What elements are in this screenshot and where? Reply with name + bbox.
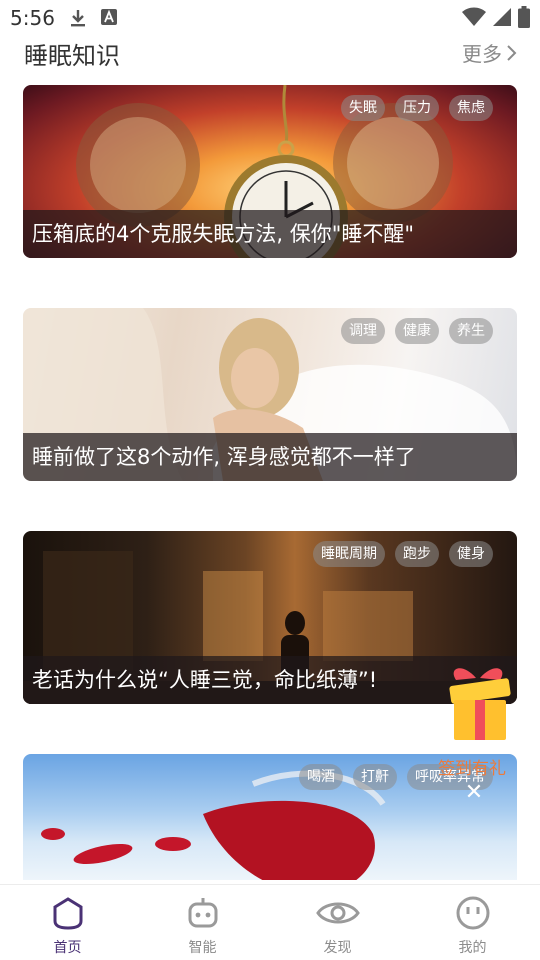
tab-discover[interactable]: 发现 <box>270 885 405 960</box>
tag[interactable]: 养生 <box>449 318 493 344</box>
more-label: 更多 <box>462 42 502 66</box>
tag[interactable]: 跑步 <box>395 541 439 567</box>
tab-label: 智能 <box>188 940 217 956</box>
tag[interactable]: 喝酒 <box>299 764 343 790</box>
tab-label: 我的 <box>458 940 487 956</box>
tag[interactable]: 压力 <box>395 95 439 121</box>
gift-icon <box>449 668 511 740</box>
article-card[interactable]: 失眠 压力 焦虑 压箱底的4个克服失眠方法, 保你"睡不醒" <box>23 85 517 258</box>
robot-icon <box>188 898 217 928</box>
close-icon[interactable]: ✕ <box>462 781 486 805</box>
signal-icon <box>493 8 511 26</box>
more-link[interactable]: 更多 <box>462 38 518 67</box>
bottom-tab-bar: 首页 智能 发现 我的 <box>0 884 540 960</box>
tab-smart[interactable]: 智能 <box>135 885 270 960</box>
tab-profile[interactable]: 我的 <box>405 885 540 960</box>
tag-list: 睡眠周期 跑步 健身 <box>313 541 493 567</box>
tab-label: 发现 <box>323 940 352 956</box>
status-left-icons <box>68 8 118 28</box>
status-time: 5:56 <box>10 6 55 30</box>
article-card[interactable]: 调理 健康 养生 睡前做了这8个动作, 浑身感觉都不一样了 <box>23 308 517 481</box>
tag-list: 调理 健康 养生 <box>341 318 493 344</box>
check-in-promo[interactable]: 签到有礼 <box>438 660 516 780</box>
text-a-icon <box>101 9 117 25</box>
battery-icon <box>518 6 530 28</box>
section-title: 睡眠知识 <box>24 42 120 70</box>
section-header: 睡眠知识 更多 <box>24 36 518 72</box>
status-right-icons <box>462 6 530 28</box>
tag[interactable]: 健康 <box>395 318 439 344</box>
eye-icon <box>315 902 360 924</box>
tag[interactable]: 焦虑 <box>449 95 493 121</box>
tag-list: 失眠 压力 焦虑 <box>341 95 493 121</box>
article-title: 睡前做了这8个动作, 浑身感觉都不一样了 <box>23 433 517 481</box>
tag[interactable]: 打鼾 <box>353 764 397 790</box>
tab-label: 首页 <box>53 940 82 956</box>
chevron-right-icon <box>507 44 517 61</box>
tag[interactable]: 睡眠周期 <box>313 541 385 567</box>
tag[interactable]: 调理 <box>341 318 385 344</box>
face-icon <box>456 896 489 930</box>
wifi-icon <box>462 7 486 26</box>
tag[interactable]: 健身 <box>449 541 493 567</box>
article-title: 压箱底的4个克服失眠方法, 保你"睡不醒" <box>23 210 517 258</box>
tab-home[interactable]: 首页 <box>0 885 135 960</box>
promo-label: 签到有礼 <box>438 759 506 779</box>
tag[interactable]: 失眠 <box>341 95 385 121</box>
status-bar: 5:56 <box>0 0 540 36</box>
download-icon <box>71 10 85 27</box>
home-icon <box>53 897 82 930</box>
